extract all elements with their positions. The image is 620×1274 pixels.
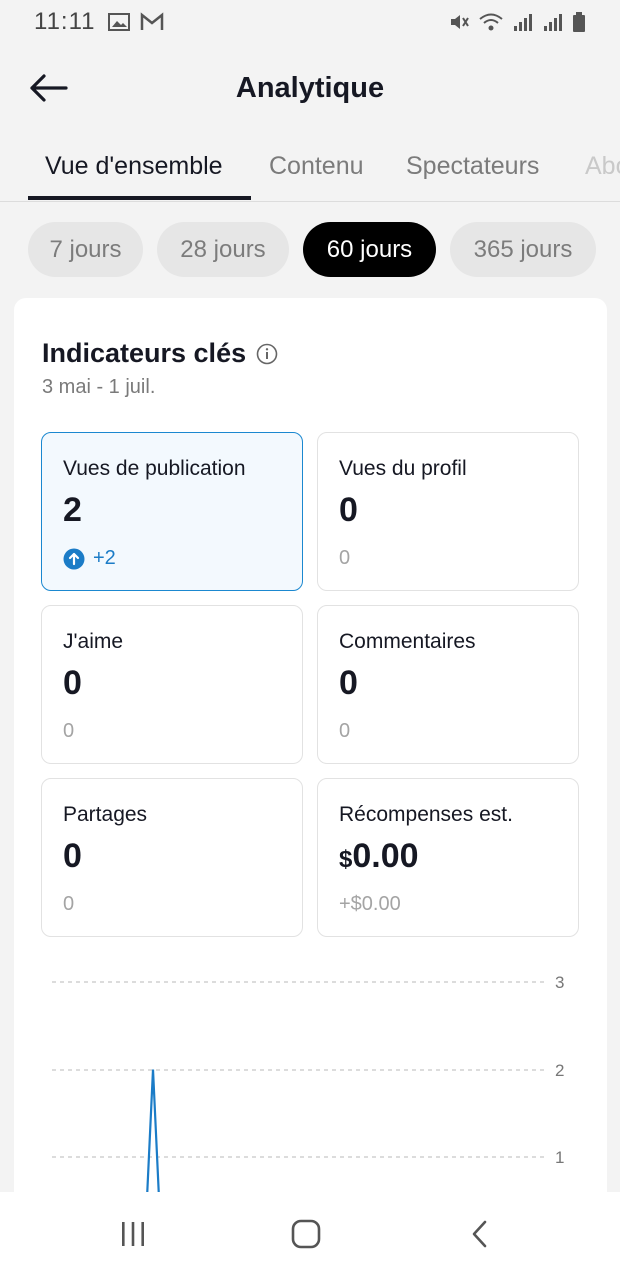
metric-comments[interactable]: Commentaires 0 0 <box>317 605 579 764</box>
key-metrics-date-range: 3 mai - 1 juil. <box>42 376 156 398</box>
page-title: Analytique <box>235 72 385 104</box>
metric-likes[interactable]: J'aime 0 0 <box>41 605 303 764</box>
tab-content[interactable]: Contenu <box>269 152 364 181</box>
recent-apps-icon <box>122 1222 144 1246</box>
system-back-button[interactable] <box>455 1212 505 1256</box>
metric-shares[interactable]: Partages 0 0 <box>41 778 303 937</box>
date-range-selector: 7 jours 28 jours 60 jours 365 jours <box>0 222 620 278</box>
y-tick-label-1: 1 <box>555 1148 564 1167</box>
chevron-left-icon <box>472 1220 487 1248</box>
metric-value: 2 <box>63 491 82 529</box>
metric-change: 0 <box>63 893 75 915</box>
tab-viewers[interactable]: Spectateurs <box>406 152 539 181</box>
arrow-up-circle-icon <box>63 548 85 569</box>
battery-icon <box>573 12 585 32</box>
key-metrics-header: Indicateurs clés <box>42 338 278 369</box>
metric-change: +2 <box>63 547 116 570</box>
metric-label: Vues du profil <box>339 457 467 480</box>
metric-estimated-rewards[interactable]: Récompenses est. $0.00 +$0.00 <box>317 778 579 937</box>
post-views-chart: 3 2 1 <box>52 973 564 1198</box>
metric-label: Vues de publication <box>63 457 246 480</box>
metric-change: 0 <box>339 547 351 569</box>
range-chip-7-days[interactable]: 7 jours <box>28 222 143 277</box>
metric-post-views[interactable]: Vues de publication 2 +2 <box>41 432 303 591</box>
metric-value: 0 <box>339 491 358 529</box>
signal-icon <box>514 14 532 31</box>
range-chip-60-days[interactable]: 60 jours <box>303 222 436 277</box>
metric-label: Récompenses est. <box>339 803 513 826</box>
range-chip-28-days[interactable]: 28 jours <box>157 222 289 277</box>
metric-change-value: +2 <box>93 547 116 569</box>
key-metrics-title: Indicateurs clés <box>42 338 247 368</box>
status-left-icons <box>107 12 164 32</box>
image-icon <box>107 13 130 31</box>
metric-change: 0 <box>339 720 351 742</box>
chart-gridlines <box>52 981 544 1158</box>
tab-active-indicator <box>28 196 251 200</box>
metric-value: $0.00 <box>339 837 419 876</box>
range-chip-365-days[interactable]: 365 jours <box>450 222 596 277</box>
status-right-icons <box>448 11 586 33</box>
system-nav-bar <box>0 1192 620 1274</box>
metric-profile-views[interactable]: Vues du profil 0 0 <box>317 432 579 591</box>
y-tick-label-2: 2 <box>555 1061 564 1080</box>
metric-currency: $ <box>339 846 353 873</box>
status-bar: 11:11 <box>0 0 620 44</box>
metric-label: Commentaires <box>339 630 476 653</box>
metric-label: J'aime <box>63 630 124 653</box>
tab-overview[interactable]: Vue d'ensemble <box>45 152 223 181</box>
metric-value: 0 <box>63 837 82 875</box>
metric-amount: 0.00 <box>352 837 419 875</box>
recent-apps-button[interactable] <box>108 1212 158 1256</box>
home-button[interactable] <box>281 1212 331 1256</box>
tab-bar: Vue d'ensemble Contenu Spectateurs Abonn… <box>0 136 620 202</box>
metric-value: 0 <box>63 664 82 702</box>
gmail-icon <box>140 12 163 30</box>
tab-followers[interactable]: Abonnés <box>585 152 620 181</box>
metric-change: 0 <box>63 720 75 742</box>
info-icon[interactable] <box>256 343 278 365</box>
status-time: 11:11 <box>34 8 96 35</box>
home-icon <box>291 1219 321 1249</box>
app-header: Analytique <box>0 52 620 124</box>
metric-change: +$0.00 <box>339 893 401 915</box>
y-tick-label-3: 3 <box>555 973 564 992</box>
signal-roaming-icon <box>544 14 562 31</box>
mute-icon <box>451 15 469 29</box>
key-metrics-card: Indicateurs clés 3 mai - 1 juil. Vues de… <box>14 298 607 1274</box>
metric-label: Partages <box>63 803 148 826</box>
metric-value: 0 <box>339 664 358 702</box>
series-line-post-views <box>145 1069 161 1198</box>
wifi-icon <box>479 13 503 31</box>
